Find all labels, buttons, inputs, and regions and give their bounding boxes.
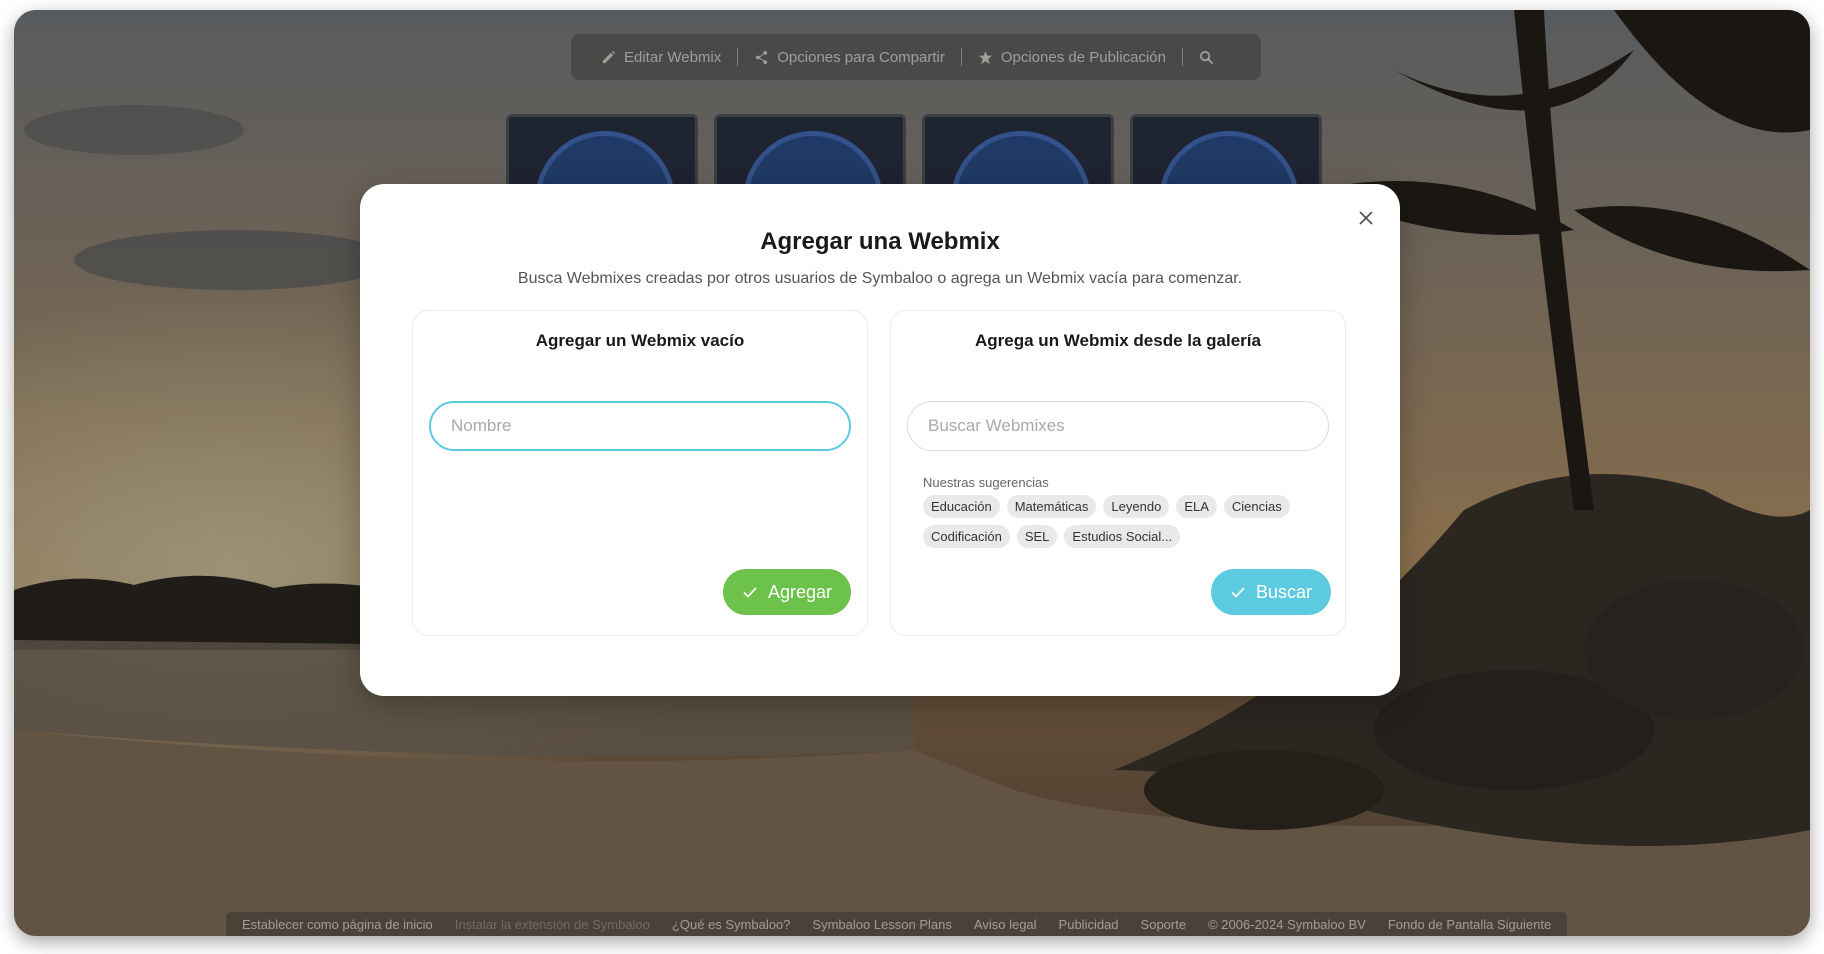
footer-copyright: © 2006-2024 Symbaloo BV: [1208, 916, 1366, 932]
suggestions-label: Nuestras sugerencias: [923, 475, 1049, 490]
add-button-label: Agregar: [767, 581, 833, 602]
add-webmix-modal: Agregar una Webmix Busca Webmixes creada…: [360, 184, 1400, 696]
check-icon: [743, 587, 757, 598]
webmix-name-input[interactable]: [429, 401, 851, 451]
share-icon: [756, 50, 768, 64]
footer-link-lesson-plans[interactable]: Symbaloo Lesson Plans: [812, 917, 951, 932]
add-button[interactable]: Agregar: [723, 569, 851, 615]
edit-webmix-label: Editar Webmix: [624, 48, 722, 66]
suggestion-chip-ela[interactable]: ELA: [1176, 495, 1217, 518]
webmix-toolbar: Editar Webmix Opciones para Compartir Op…: [571, 34, 1261, 80]
search-button-label: Buscar: [1255, 581, 1313, 602]
footer-links: Establecer como página de inicio Instala…: [226, 912, 1568, 936]
check-icon: [1231, 587, 1245, 598]
suggestion-chip-social-studies[interactable]: Estudios Social...: [1064, 525, 1181, 548]
suggestion-chip-reading[interactable]: Leyendo: [1103, 495, 1170, 518]
suggestion-chip-coding[interactable]: Codificación: [923, 525, 1010, 548]
search-webmixes-input[interactable]: [907, 401, 1329, 451]
suggestion-chip-math[interactable]: Matemáticas: [1006, 495, 1097, 518]
empty-webmix-panel: Agregar un Webmix vacío Agregar: [412, 310, 868, 636]
search-button[interactable]: Buscar: [1211, 569, 1331, 615]
close-icon: [1359, 211, 1373, 225]
empty-webmix-title: Agregar un Webmix vacío: [535, 331, 745, 350]
suggestion-chips: Educación Matemáticas Leyendo ELA Cienci…: [923, 495, 1323, 548]
publish-options-label: Opciones de Publicación: [1000, 48, 1166, 66]
share-options-button[interactable]: Opciones para Compartir: [738, 49, 961, 66]
footer-link-what-is-symbaloo[interactable]: ¿Qué es Symbaloo?: [672, 917, 791, 932]
publish-options-button[interactable]: Opciones de Publicación: [962, 49, 1182, 66]
suggestion-chip-science[interactable]: Ciencias: [1223, 495, 1290, 518]
modal-title: Agregar una Webmix: [760, 228, 1000, 255]
search-icon: [1199, 50, 1214, 64]
edit-webmix-button[interactable]: Editar Webmix: [585, 49, 737, 66]
pencil-icon: [602, 50, 616, 63]
suggestion-chip-education[interactable]: Educación: [923, 495, 1000, 518]
footer-link-legal[interactable]: Aviso legal: [974, 917, 1037, 932]
modal-subtitle: Busca Webmixes creadas por otros usuario…: [517, 270, 1243, 287]
star-icon: [978, 50, 992, 64]
share-options-label: Opciones para Compartir: [777, 48, 945, 66]
footer-link-install-extension[interactable]: Instalar la extensión de Symbaloo: [455, 917, 650, 932]
footer-link-set-homepage[interactable]: Establecer como página de inicio: [242, 917, 433, 932]
close-button[interactable]: [1354, 206, 1378, 230]
gallery-webmix-panel: Agrega un Webmix desde la galería Nuestr…: [890, 310, 1346, 636]
footer-link-next-wallpaper[interactable]: Fondo de Pantalla Siguiente: [1388, 917, 1551, 932]
footer-link-support[interactable]: Soporte: [1141, 917, 1187, 932]
suggestion-chip-sel[interactable]: SEL: [1016, 525, 1058, 548]
footer-link-advertising[interactable]: Publicidad: [1059, 917, 1119, 932]
toolbar-search-button[interactable]: [1183, 50, 1230, 65]
gallery-webmix-title: Agrega un Webmix desde la galería: [975, 331, 1261, 350]
